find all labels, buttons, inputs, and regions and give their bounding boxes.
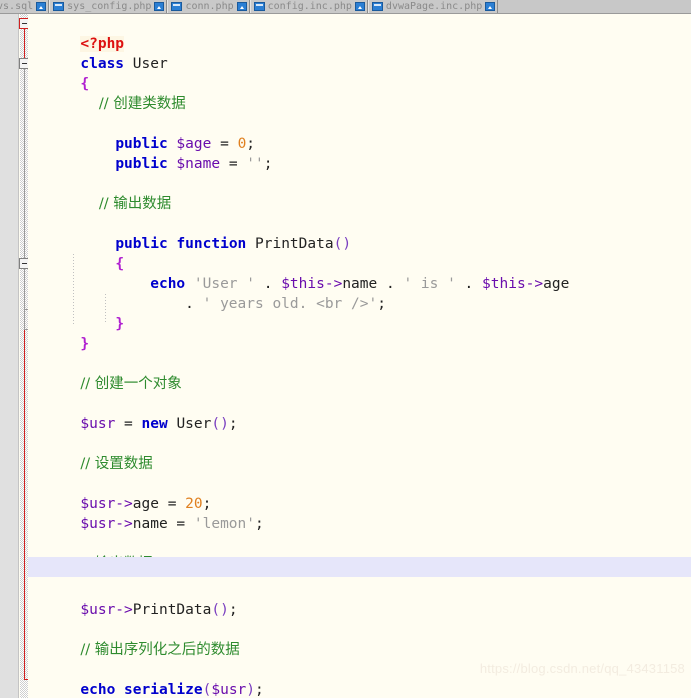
code-line: // 输出数据 [28,174,691,212]
code-line: } [28,314,691,352]
tab-wvs-sql[interactable]: wvs.sql [0,0,50,13]
code-line: // 设置数据 [28,434,691,472]
code-line: public $name = ''; [115,156,273,172]
tab-close-icon[interactable] [236,2,247,11]
code-line: { [115,256,125,272]
file-php-icon [253,2,265,11]
tab-label: sys_config.php [67,1,152,12]
code-line: { [28,54,691,92]
code-line: public $age = 0; [115,136,256,152]
file-php-icon [371,2,383,11]
tab-config-inc-php[interactable]: config.inc.php [249,0,368,13]
code-line: $usr->name = 'lemon'; [80,516,264,532]
editor-tab-bar: wvs.sql sys_config.php conn.php config.i… [0,0,691,14]
tab-sys-config-php[interactable]: sys_config.php [49,0,168,13]
code-area[interactable]: <?php class User { // 创建类数据 public $age … [28,14,691,698]
tab-conn-php[interactable]: conn.php [167,0,250,13]
code-line: $usr = new User(); [80,416,238,432]
code-line: // 输出序列化之后的数据 [28,620,691,658]
code-line: $usr->PrintData(); [80,602,238,618]
tab-close-icon[interactable] [36,2,47,11]
tab-label: dvwaPage.inc.php [385,1,483,12]
function-scope-bar [24,263,25,309]
tab-close-icon[interactable] [485,2,496,11]
file-php-icon [53,2,65,11]
tab-label: config.inc.php [267,1,352,12]
tab-label: wvs.sql [0,1,34,12]
code-line: // 创建类数据 [28,74,691,112]
code-line: echo 'User ' . $this->name . ' is ' . $t… [150,276,570,292]
code-line: public function PrintData() [115,236,352,252]
fold-marker-column [0,14,30,698]
code-line: } [115,316,125,332]
tab-close-icon[interactable] [354,2,365,11]
watermark: https://blog.csdn.net/qq_43431158 [479,661,685,676]
code-line: class User [80,56,168,72]
file-php-icon [171,2,183,11]
tab-label: conn.php [185,1,234,12]
code-line: $usr->age = 20; [80,496,212,512]
code-line: // 输出数据 [28,534,691,572]
code-line: ?> [28,680,691,698]
current-line-highlight[interactable] [28,557,691,577]
tab-close-icon[interactable] [154,2,165,11]
code-line: . ' years old. <br />'; [80,296,386,312]
tab-dvwapage-inc-php[interactable]: dvwaPage.inc.php [367,0,499,13]
editor-window: wvs.sql sys_config.php conn.php config.i… [0,0,691,698]
code-line: // 创建一个对象 [28,354,691,392]
code-line: <?php [28,14,691,52]
